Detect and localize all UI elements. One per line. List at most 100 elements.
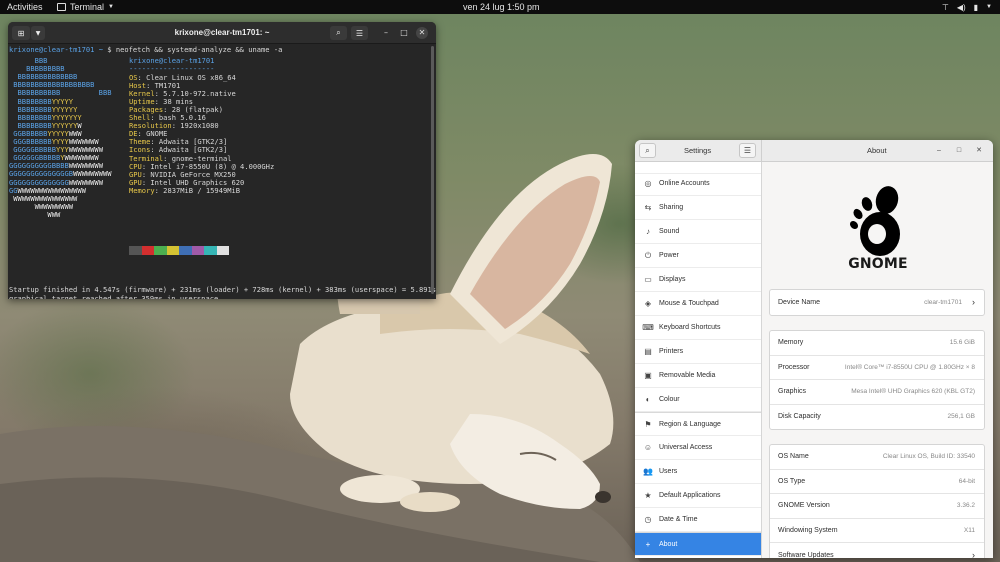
sidebar-item-label: Mouse & Touchpad <box>659 300 719 307</box>
info-value: 1920x1080 <box>180 121 219 131</box>
sidebar-item-colour[interactable]: ◐ Colour <box>635 388 761 412</box>
sidebar-item-region-language[interactable]: ⚑ Region & Language <box>635 412 761 436</box>
close-button[interactable]: ✕ <box>416 27 428 39</box>
processor-row: Processor Intel® Core™ i7-8550U CPU @ 1.8… <box>770 356 984 380</box>
sidebar-item-default-applications[interactable]: ★ Default Applications <box>635 484 761 508</box>
palette-swatch <box>166 246 179 255</box>
palette-swatch <box>216 246 229 255</box>
chevron-right-icon: › <box>972 297 975 308</box>
terminal-window: ⊞ ▼ krixone@clear-tm1701: ~ ⌕ ☰ – □ ✕ kr… <box>8 22 436 299</box>
sidebar-item-label: Users <box>659 468 678 475</box>
os-name-row: OS Name Clear Linux OS, Build ID: 33540 <box>770 445 984 470</box>
system-tray[interactable]: ⊤ ◀) ▮ ▼ <box>942 1 992 13</box>
palette-swatch <box>204 246 217 255</box>
maximize-button[interactable]: □ <box>953 145 965 157</box>
search-button[interactable]: ⌕ <box>330 26 347 40</box>
hamburger-icon: ☰ <box>743 146 752 155</box>
sidebar-item-online-accounts[interactable]: ◎ Online Accounts <box>635 172 761 196</box>
sidebar-item-label: Keyboard Shortcuts <box>659 324 721 331</box>
sidebar-item-displays[interactable]: ▭ Displays <box>635 268 761 292</box>
sound-icon: ♪ <box>646 227 650 236</box>
close-button[interactable]: ✕ <box>973 145 985 157</box>
row-label: Processor <box>778 363 810 371</box>
maximize-icon: □ <box>956 147 962 154</box>
disk-capacity-row: Disk Capacity 256,1 GB <box>770 405 984 430</box>
sidebar-header: ⌕ Settings ☰ <box>635 140 762 162</box>
minimize-button[interactable]: – <box>933 145 945 157</box>
palette-swatch <box>129 246 142 255</box>
app-menu-button[interactable]: Terminal ▼ <box>57 1 114 13</box>
region-flag-icon: ⚑ <box>644 419 652 429</box>
sidebar-item-keyboard-shortcuts[interactable]: ⌨ Keyboard Shortcuts <box>635 316 761 340</box>
palette-swatch <box>179 246 192 255</box>
gnome-wordmark: GNOME <box>848 256 908 272</box>
info-line: Memory: 2837MiB / 15949MiB <box>129 185 240 195</box>
sidebar-item-power[interactable]: ⏻ Power <box>635 244 761 268</box>
top-bar: Activities Terminal ▼ ven 24 lug 1:50 pm… <box>0 0 1000 14</box>
sidebar-item-users[interactable]: 👥 Users <box>635 460 761 484</box>
search-icon: ⌕ <box>336 28 341 37</box>
sidebar-item-removable-media[interactable]: ▣ Removable Media <box>635 364 761 388</box>
keyboard-icon: ⌨ <box>642 323 654 332</box>
battery-icon: ▮ <box>973 2 979 12</box>
command-text: $ neofetch && systemd-analyze && uname -… <box>107 45 283 54</box>
about-icon: + <box>645 539 651 549</box>
sidebar-item-about[interactable]: + About <box>635 532 761 556</box>
printer-icon: ▤ <box>644 347 652 356</box>
search-icon: ⌕ <box>645 145 650 155</box>
prompt-user: krixone <box>9 45 39 54</box>
settings-window: ⌕ Settings ☰ About – □ ✕ ◎ Online Account… <box>635 140 993 558</box>
app-menu-label: Terminal <box>70 2 105 12</box>
graphics-row: Graphics Mesa Intel® UHD Graphics 620 (KB… <box>770 380 984 405</box>
sidebar-item-label: Colour <box>659 396 680 403</box>
row-value: Intel® Core™ i7-8550U CPU @ 1.80GHz × 8 <box>844 363 975 371</box>
sidebar-item-label: Power <box>659 252 679 259</box>
colour-icon: ◐ <box>645 395 651 404</box>
sidebar-item-sound[interactable]: ♪ Sound <box>635 220 761 244</box>
hamburger-menu-button[interactable]: ☰ <box>351 26 368 40</box>
date-time-icon: ◷ <box>644 515 652 524</box>
maximize-button[interactable]: □ <box>398 27 410 39</box>
row-label: Memory <box>778 339 804 347</box>
clock-button[interactable]: ven 24 lug 1:50 pm <box>463 2 540 12</box>
users-icon: 👥 <box>643 467 653 476</box>
row-label: Device Name <box>778 298 821 306</box>
online-accounts-icon: ◎ <box>644 179 652 188</box>
info-label: Memory <box>129 185 155 195</box>
device-name-row[interactable]: Device Name clear-tm1701 › <box>770 290 984 315</box>
displays-icon: ▭ <box>644 275 652 284</box>
terminal-output[interactable]: krixone@clear-tm1701 ~ $ neofetch && sys… <box>8 44 436 299</box>
row-label: OS Name <box>778 453 809 461</box>
command-line: krixone@clear-tm1701 ~ $ neofetch && sys… <box>9 45 283 54</box>
sidebar-item-date-time[interactable]: ◷ Date & Time <box>635 508 761 532</box>
search-button[interactable]: ⌕ <box>639 143 656 158</box>
row-label: OS Type <box>778 477 806 485</box>
about-panel: GNOME Device Name clear-tm1701 › Memory 1… <box>763 162 993 558</box>
logo-line: WWW <box>9 210 60 219</box>
network-wired-icon: ⊤ <box>941 2 949 12</box>
sidebar-item-label: Removable Media <box>659 372 716 379</box>
sidebar-item-printers[interactable]: ▤ Printers <box>635 340 761 364</box>
scrollbar[interactable] <box>431 46 434 294</box>
sidebar-item-universal-access[interactable]: ☺ Universal Access <box>635 436 761 460</box>
software-updates-row[interactable]: Software Updates › <box>770 543 984 558</box>
settings-sidebar: ◎ Online Accounts ⇆ Sharing ♪ Sound ⏻ Power ▭ Dis… <box>635 162 762 558</box>
minimize-button[interactable]: – <box>380 27 392 39</box>
system-card: OS Name Clear Linux OS, Build ID: 33540 OS… <box>769 444 985 558</box>
minimize-icon: – <box>384 28 388 37</box>
sidebar-item-mouse-touchpad[interactable]: ◈ Mouse & Touchpad <box>635 292 761 316</box>
output-line: Startup finished in 4.547s (firmware) + … <box>9 285 436 294</box>
terminal-headerbar: ⊞ ▼ krixone@clear-tm1701: ~ ⌕ ☰ – □ ✕ <box>8 22 436 44</box>
hamburger-menu-button[interactable]: ☰ <box>739 143 756 158</box>
volume-icon: ◀) <box>956 2 966 12</box>
gnome-version-row: GNOME Version 3.36.2 <box>770 494 984 519</box>
close-icon: ✕ <box>976 147 982 154</box>
sidebar-item-sharing[interactable]: ⇆ Sharing <box>635 196 761 220</box>
terminal-app-icon <box>57 3 66 11</box>
sidebar-item-label: Sound <box>659 228 680 235</box>
hardware-card: Memory 15.6 GiB Processor Intel® Core™ i7-8… <box>769 330 985 430</box>
row-value: X11 <box>963 526 975 534</box>
sidebar-item-label: Online Accounts <box>659 180 710 187</box>
activities-button[interactable]: Activities <box>7 2 43 12</box>
universal-access-icon: ☺ <box>643 443 653 452</box>
